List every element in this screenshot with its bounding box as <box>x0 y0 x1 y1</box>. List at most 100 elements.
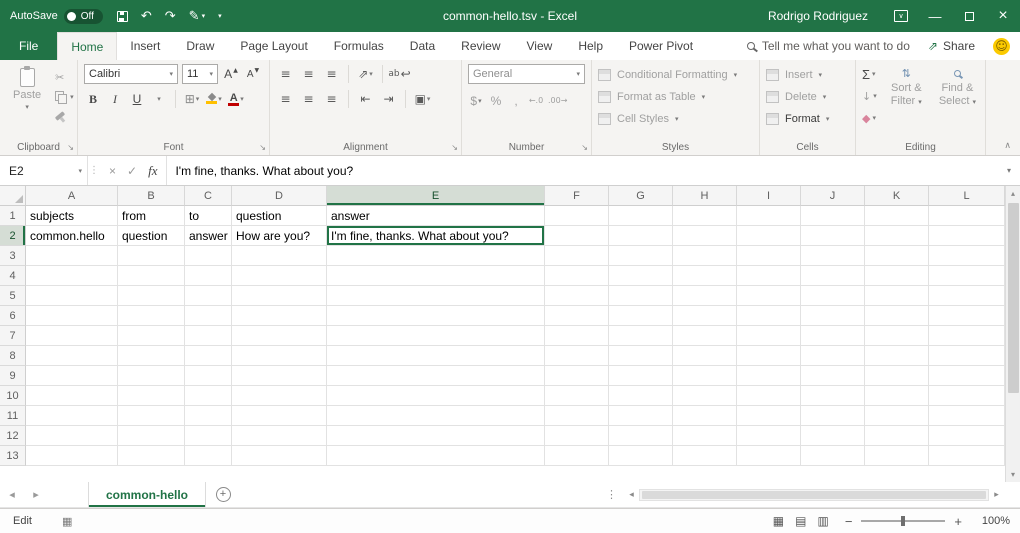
row-header-4[interactable]: 4 <box>0 266 26 286</box>
cell-F13[interactable] <box>545 446 609 466</box>
sort-filter-button[interactable]: ⇅ Sort & Filter ▾ <box>885 65 928 127</box>
row-header-12[interactable]: 12 <box>0 426 26 446</box>
cell-C10[interactable] <box>185 386 232 406</box>
cell-L5[interactable] <box>929 286 1005 306</box>
cell-K11[interactable] <box>865 406 929 426</box>
cell-K9[interactable] <box>865 366 929 386</box>
cell-K6[interactable] <box>865 306 929 326</box>
cell-L11[interactable] <box>929 406 1005 426</box>
cell-F3[interactable] <box>545 246 609 266</box>
maximize-button[interactable] <box>952 0 986 32</box>
page-break-view-button[interactable]: ▥ <box>817 514 828 528</box>
find-select-button[interactable]: Find & Select ▾ <box>936 65 979 127</box>
cell-E7[interactable] <box>327 326 545 346</box>
cell-J3[interactable] <box>801 246 865 266</box>
cell-F5[interactable] <box>545 286 609 306</box>
fill-button[interactable]: ↓▾ <box>862 87 877 105</box>
number-dialog-launcher[interactable]: ↘ <box>581 144 588 152</box>
cell-G2[interactable] <box>609 226 673 246</box>
ribbon-tab-draw[interactable]: Draw <box>173 32 227 60</box>
cell-E6[interactable] <box>327 306 545 326</box>
hscroll-left-icon[interactable]: ◂ <box>624 490 639 500</box>
cell-B2[interactable]: question <box>118 226 185 246</box>
cell-A8[interactable] <box>26 346 118 366</box>
cell-H9[interactable] <box>673 366 737 386</box>
cell-B6[interactable] <box>118 306 185 326</box>
column-header-F[interactable]: F <box>545 186 609 206</box>
cell-G3[interactable] <box>609 246 673 266</box>
cell-I5[interactable] <box>737 286 801 306</box>
font-dialog-launcher[interactable]: ↘ <box>259 144 266 152</box>
cell-E10[interactable] <box>327 386 545 406</box>
cell-C8[interactable] <box>185 346 232 366</box>
cell-D9[interactable] <box>232 366 327 386</box>
align-right-button[interactable]: ≡ <box>322 89 341 109</box>
cell-J9[interactable] <box>801 366 865 386</box>
cell-C5[interactable] <box>185 286 232 306</box>
cell-I1[interactable] <box>737 206 801 226</box>
cell-A4[interactable] <box>26 266 118 286</box>
cell-J11[interactable] <box>801 406 865 426</box>
autosum-button[interactable]: Σ▾ <box>862 65 877 83</box>
row-header-10[interactable]: 10 <box>0 386 26 406</box>
share-button[interactable]: ⇗ Share <box>928 39 975 53</box>
ribbon-tab-data[interactable]: Data <box>397 32 448 60</box>
vscroll-thumb[interactable] <box>1008 203 1019 393</box>
new-sheet-button[interactable]: + <box>206 482 240 507</box>
zoom-level[interactable]: 100% <box>978 515 1010 527</box>
cell-F7[interactable] <box>545 326 609 346</box>
cell-B3[interactable] <box>118 246 185 266</box>
cell-C7[interactable] <box>185 326 232 346</box>
align-center-button[interactable]: ≡ <box>299 89 318 109</box>
cell-I4[interactable] <box>737 266 801 286</box>
cell-D3[interactable] <box>232 246 327 266</box>
percent-style-button[interactable]: % <box>488 91 504 110</box>
merge-center-button[interactable]: ▣▾ <box>413 89 432 109</box>
zoom-out-button[interactable]: − <box>845 514 853 529</box>
ribbon-tab-review[interactable]: Review <box>448 32 513 60</box>
hscroll-thumb[interactable] <box>642 491 986 499</box>
cell-L8[interactable] <box>929 346 1005 366</box>
cell-C13[interactable] <box>185 446 232 466</box>
italic-button[interactable]: I <box>106 89 124 109</box>
collapse-ribbon-button[interactable]: ∧ <box>1004 141 1011 151</box>
fill-color-button[interactable]: ▾ <box>205 89 223 109</box>
ribbon-display-options-button[interactable]: ∨ <box>884 0 918 32</box>
cell-F11[interactable] <box>545 406 609 426</box>
borders-button[interactable]: ⊞▾ <box>183 89 201 109</box>
cell-C6[interactable] <box>185 306 232 326</box>
cell-B8[interactable] <box>118 346 185 366</box>
cell-F12[interactable] <box>545 426 609 446</box>
cell-B12[interactable] <box>118 426 185 446</box>
comma-style-button[interactable]: , <box>508 91 524 110</box>
expand-formula-bar-button[interactable]: ▾ <box>998 156 1020 185</box>
column-header-J[interactable]: J <box>801 186 865 206</box>
cell-G7[interactable] <box>609 326 673 346</box>
autosave-pill[interactable]: Off <box>64 9 103 24</box>
cell-E9[interactable] <box>327 366 545 386</box>
increase-font-size-button[interactable]: A▲ <box>222 64 240 84</box>
cell-I13[interactable] <box>737 446 801 466</box>
cell-C11[interactable] <box>185 406 232 426</box>
conditional-formatting-button[interactable]: Conditional Formatting ▾ <box>598 64 753 86</box>
cell-G11[interactable] <box>609 406 673 426</box>
clipboard-dialog-launcher[interactable]: ↘ <box>67 144 74 152</box>
cell-J13[interactable] <box>801 446 865 466</box>
cell-H4[interactable] <box>673 266 737 286</box>
cell-C1[interactable]: to <box>185 206 232 226</box>
ribbon-tab-formulas[interactable]: Formulas <box>321 32 397 60</box>
cell-G10[interactable] <box>609 386 673 406</box>
cell-D2[interactable]: How are you? <box>232 226 327 246</box>
increase-indent-button[interactable]: ⇥ <box>379 89 398 109</box>
cell-I6[interactable] <box>737 306 801 326</box>
cell-A12[interactable] <box>26 426 118 446</box>
cell-H3[interactable] <box>673 246 737 266</box>
cell-I7[interactable] <box>737 326 801 346</box>
cut-button[interactable]: ✂ <box>55 71 74 84</box>
cell-F2[interactable] <box>545 226 609 246</box>
tab-scroll-splitter[interactable]: ⋮ <box>599 482 624 507</box>
cell-B11[interactable] <box>118 406 185 426</box>
format-cells-button[interactable]: Format ▾ <box>766 108 849 130</box>
cell-H11[interactable] <box>673 406 737 426</box>
customize-qat-button[interactable]: ▾ <box>218 12 222 20</box>
